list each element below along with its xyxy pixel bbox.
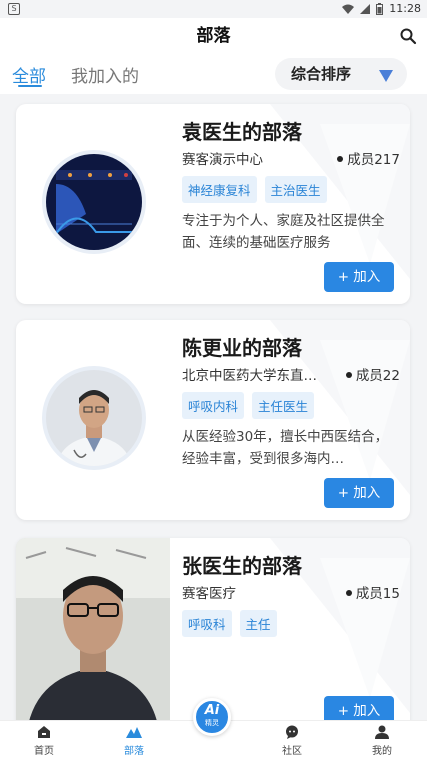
nav-label: 社区 xyxy=(282,746,302,757)
signal-icon xyxy=(360,3,371,14)
nav-label: 首页 xyxy=(34,746,54,757)
tribe-name: 袁医生的部落 xyxy=(182,120,302,144)
tribe-name: 陈更业的部落 xyxy=(182,336,302,360)
tag-title: 主治医生 xyxy=(264,176,327,203)
nav-profile[interactable]: 我的 xyxy=(352,725,412,757)
tab-all[interactable]: 全部 xyxy=(12,62,46,87)
avatar-image xyxy=(46,154,142,250)
ai-assistant-button[interactable]: Ai 精灵 xyxy=(193,698,231,736)
nav-tribe[interactable]: 部落 xyxy=(104,725,164,757)
ai-label: Ai xyxy=(204,703,220,718)
user-icon xyxy=(375,725,389,739)
member-count: 成员217 xyxy=(337,148,400,168)
sort-dropdown[interactable]: 综合排序 xyxy=(275,58,407,90)
tag-title: 主任医生 xyxy=(252,392,315,419)
nav-label: 部落 xyxy=(124,746,144,757)
tag-title: 主任 xyxy=(239,610,277,637)
avatar xyxy=(42,366,146,470)
tag-department: 呼吸科 xyxy=(182,610,232,637)
clock: 11:28 xyxy=(389,2,421,15)
nav-label: 我的 xyxy=(372,746,392,757)
avatar-image xyxy=(46,370,142,466)
avatar xyxy=(42,150,146,254)
bullet-icon xyxy=(345,372,352,378)
battery-icon xyxy=(376,2,384,15)
avatar xyxy=(16,538,170,738)
title-bar: 部落 xyxy=(0,18,427,54)
filter-tabs: 全部 我加入的 综合排序 xyxy=(0,54,427,94)
tribe-card[interactable]: 袁医生的部落 赛客演示中心 成员217 神经康复科 主治医生 专注于为个人、家庭… xyxy=(16,104,410,304)
nav-community[interactable]: 社区 xyxy=(262,725,322,757)
tag-list: 呼吸内科 主任医生 xyxy=(182,392,315,419)
tag-department: 呼吸内科 xyxy=(182,392,245,419)
app-logo-icon: S xyxy=(8,3,20,15)
member-count: 成员15 xyxy=(345,582,400,602)
tab-joined[interactable]: 我加入的 xyxy=(71,62,139,87)
tag-department: 神经康复科 xyxy=(182,176,257,203)
sort-label: 综合排序 xyxy=(291,65,352,83)
tribe-description: 从医经验30年，擅长中西医结合，经验丰富，受到很多海内… xyxy=(182,429,389,467)
bullet-icon xyxy=(337,156,344,162)
chat-icon xyxy=(286,725,298,739)
tag-list: 神经康复科 主治医生 xyxy=(182,176,327,203)
avatar-image xyxy=(16,538,170,738)
tribe-org: 赛客医疗 xyxy=(182,586,236,602)
bullet-icon xyxy=(345,590,352,596)
tribe-card[interactable]: 陈更业的部落 北京中医药大学东直… 成员22 呼吸内科 主任医生 从医经验30年… xyxy=(16,320,410,520)
status-bar: S 11:28 xyxy=(0,0,427,18)
caret-down-icon xyxy=(379,70,393,82)
join-button[interactable]: + 加入 xyxy=(324,262,394,292)
tribe-description: 专注于为个人、家庭及社区提供全面、连续的基础医疗服务 xyxy=(182,213,385,251)
search-icon[interactable] xyxy=(399,27,417,45)
ai-sublabel: 精灵 xyxy=(205,719,219,727)
tribe-org: 北京中医药大学东直… xyxy=(182,368,317,384)
mountain-icon xyxy=(126,727,142,738)
wifi-icon xyxy=(342,4,355,14)
tribe-name: 张医生的部落 xyxy=(182,554,302,578)
tag-list: 呼吸科 主任 xyxy=(182,610,277,637)
page-title: 部落 xyxy=(196,26,231,46)
nav-home[interactable]: 首页 xyxy=(14,725,74,757)
tab-active-indicator xyxy=(18,85,42,87)
join-button[interactable]: + 加入 xyxy=(324,478,394,508)
member-count: 成员22 xyxy=(345,364,400,384)
home-icon xyxy=(38,726,50,738)
tribe-org: 赛客演示中心 xyxy=(182,152,263,168)
